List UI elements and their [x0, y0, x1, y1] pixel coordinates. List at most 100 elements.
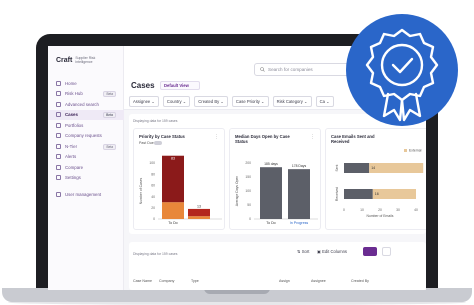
user-management-icon	[56, 191, 61, 197]
filter-dropdown[interactable]: Created By ⌄	[194, 96, 228, 107]
page-title: Cases	[131, 81, 155, 90]
y-tick-label: 200	[245, 161, 251, 165]
dashboard-panel: Displaying data for 159 cases Priority b…	[129, 114, 426, 234]
priority-card-title: Priority by Case Status	[139, 134, 185, 139]
bar-segment	[369, 163, 424, 173]
sidebar-item-advanced-search[interactable]: Advanced search	[48, 99, 124, 110]
y-tick-label: 0	[153, 217, 155, 221]
edit-columns-button[interactable]: ▣ Edit Columns	[317, 249, 347, 254]
sidebar-item-label: Settings	[65, 175, 81, 181]
legend-label: External	[409, 149, 422, 153]
column-header[interactable]: Assign	[279, 279, 290, 283]
sidebar-item-label: Risk Hub	[65, 91, 83, 97]
emails-chart: Sent 14 Received 16 0 10 20 30 40 Number of Email…	[335, 149, 424, 218]
n-tier-icon	[56, 143, 61, 149]
median-days-card-title: Median Days Open by Case Status	[235, 134, 290, 144]
filter-label: Risk Category	[276, 99, 303, 104]
y-axis-label: Number of Cases	[139, 178, 143, 205]
sidebar-item-label: Compare	[65, 164, 84, 170]
filter-dropdown[interactable]: Assignee ⌄	[129, 96, 159, 107]
y-tick-label: 100	[149, 161, 155, 165]
emails-card: Case Emails Sent and Received Sent 14 Rece…	[325, 128, 426, 230]
download-button[interactable]	[363, 247, 377, 256]
advanced-search-icon	[56, 101, 61, 107]
data-label: 16	[375, 192, 379, 196]
filter-dropdown[interactable]: Country ⌄	[162, 96, 191, 107]
sidebar: Craft Supplier Risk Intelligence Home Ris…	[48, 46, 124, 290]
priority-card: Priority by Case Status Past Due ⋮ 0 20 40…	[133, 128, 225, 230]
company-requests-icon	[56, 133, 61, 139]
x-tick-label: 40	[414, 208, 418, 212]
more-icon[interactable]: ⋮	[310, 134, 315, 140]
sidebar-item-user-management[interactable]: User management	[48, 189, 124, 200]
column-header[interactable]: Assignee	[311, 279, 326, 283]
sidebar-item-home[interactable]: Home	[48, 78, 124, 89]
sidebar-item-label: Company requests	[65, 133, 102, 139]
sidebar-item-label: Alerts	[65, 154, 77, 160]
filter-label: Country	[166, 99, 182, 104]
bar-segment	[162, 202, 184, 219]
x-tick-label: 30	[396, 208, 400, 212]
sidebar-item-label: Cases	[65, 112, 78, 118]
y-tick-label: 0	[249, 217, 251, 221]
data-label: 178 Days	[292, 164, 307, 168]
x-tick-label: 20	[378, 208, 382, 212]
view-select[interactable]: Default View	[160, 81, 200, 90]
filter-dropdown[interactable]: Ca ⌄	[315, 96, 334, 107]
y-tick-label: 20	[151, 206, 155, 210]
data-label: 185 days	[264, 162, 278, 166]
filter-label: Case Priority	[235, 99, 260, 104]
sidebar-item-compare[interactable]: Compare	[48, 162, 124, 173]
sidebar-nav: Home Risk Hub Beta Advanced search Cases Beta…	[48, 78, 124, 200]
column-header[interactable]: Company	[159, 279, 174, 283]
search-placeholder: Search for companies	[268, 67, 313, 72]
dashboard-note: Displaying data for 159 cases	[133, 119, 178, 123]
table-note: Displaying data for 159 cases	[133, 252, 178, 256]
x-tick-label: To Do	[168, 221, 177, 225]
column-header[interactable]: Created By	[351, 279, 369, 283]
column-header[interactable]: Type	[191, 279, 199, 283]
median-days-card: Median Days Open by Case Status ⋮ 0 50 100…	[229, 128, 321, 230]
median-days-chart: 0 50 100 150 200 Average Days Open 185 days To …	[235, 161, 318, 225]
filter-dropdown[interactable]: Risk Category ⌄	[272, 96, 312, 107]
priority-chart: 0 20 40 60 80 100 Number of Cases 83 13 To Do	[139, 155, 222, 225]
sidebar-item-settings[interactable]: Settings	[48, 173, 124, 184]
sidebar-item-label: N-Tier	[65, 143, 78, 149]
beta-badge: Beta	[103, 112, 116, 118]
bar-segment	[162, 155, 184, 203]
certified-badge-icon	[346, 14, 458, 126]
y-tick-label: Received	[335, 187, 339, 201]
sort-button[interactable]: ⇅ Sort	[297, 249, 309, 254]
risk-hub-icon	[56, 91, 61, 97]
sidebar-item-risk-hub[interactable]: Risk Hub Beta	[48, 89, 124, 100]
y-tick-label: 50	[247, 203, 251, 207]
sidebar-item-label: Portfolios	[65, 122, 84, 128]
data-label: 14	[371, 166, 375, 170]
column-header[interactable]: Case Name	[133, 279, 152, 283]
sidebar-item-cases[interactable]: Cases Beta	[48, 109, 124, 120]
sidebar-item-alerts[interactable]: Alerts	[48, 152, 124, 163]
bar-segment	[188, 208, 210, 217]
data-label: 83	[171, 157, 175, 161]
bar	[260, 167, 282, 219]
sort-label: Sort	[301, 249, 310, 254]
filter-dropdown[interactable]: Case Priority ⌄	[231, 96, 269, 107]
table-settings-button[interactable]	[382, 247, 391, 256]
more-icon[interactable]: ⋮	[214, 134, 219, 140]
sidebar-item-label: User management	[65, 191, 102, 197]
brand-logo[interactable]: Craft Supplier Risk Intelligence	[56, 56, 105, 64]
y-tick-label: 150	[245, 175, 251, 179]
sidebar-item-portfolios[interactable]: Portfolios	[48, 120, 124, 131]
beta-badge: Beta	[103, 143, 116, 150]
data-label: 13	[197, 204, 201, 208]
beta-badge: Beta	[103, 91, 116, 97]
sidebar-item-n-tier[interactable]: N-Tier Beta	[48, 141, 124, 152]
marketing-stage: Craft Supplier Risk Intelligence Home Ris…	[0, 0, 474, 305]
brand-name: Craft	[56, 56, 73, 64]
y-tick-label: 80	[151, 172, 155, 176]
sidebar-item-company-requests[interactable]: Company requests	[48, 131, 124, 142]
y-tick-label: Sent	[335, 164, 339, 171]
past-due-toggle[interactable]	[154, 141, 162, 145]
compare-icon	[56, 164, 61, 170]
settings-icon	[56, 175, 61, 181]
